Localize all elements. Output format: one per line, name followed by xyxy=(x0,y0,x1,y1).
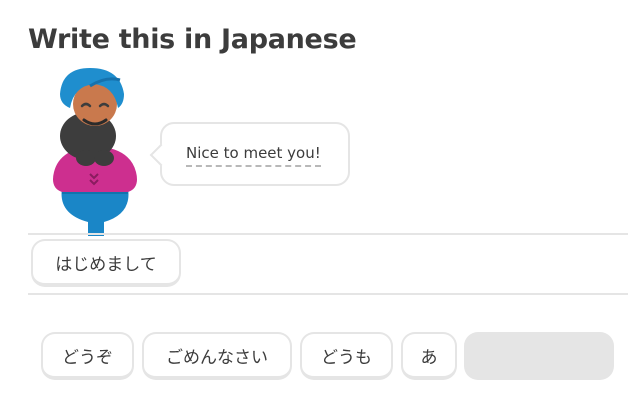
character-illustration xyxy=(40,64,150,236)
word-bank-tile-a[interactable]: あ xyxy=(401,332,457,380)
speech-bubble-tail xyxy=(149,143,173,167)
answer-tile-hajimemashite[interactable]: はじめまして xyxy=(31,239,181,287)
word-bank-empty-slot xyxy=(464,332,614,380)
speech-bubble: Nice to meet you! xyxy=(149,122,350,186)
word-bank-tile-doumo[interactable]: どうも xyxy=(300,332,393,380)
answer-area-top-line xyxy=(28,233,628,235)
word-bank-tile-douzo[interactable]: どうぞ xyxy=(41,332,134,380)
page-title: Write this in Japanese xyxy=(28,24,357,55)
prompt-sentence[interactable]: Nice to meet you! xyxy=(186,144,321,167)
word-bank-tile-gomennasai[interactable]: ごめんなさい xyxy=(142,332,292,380)
turbaned-man-character-icon xyxy=(53,68,137,236)
answer-area-bottom-line xyxy=(28,293,628,295)
